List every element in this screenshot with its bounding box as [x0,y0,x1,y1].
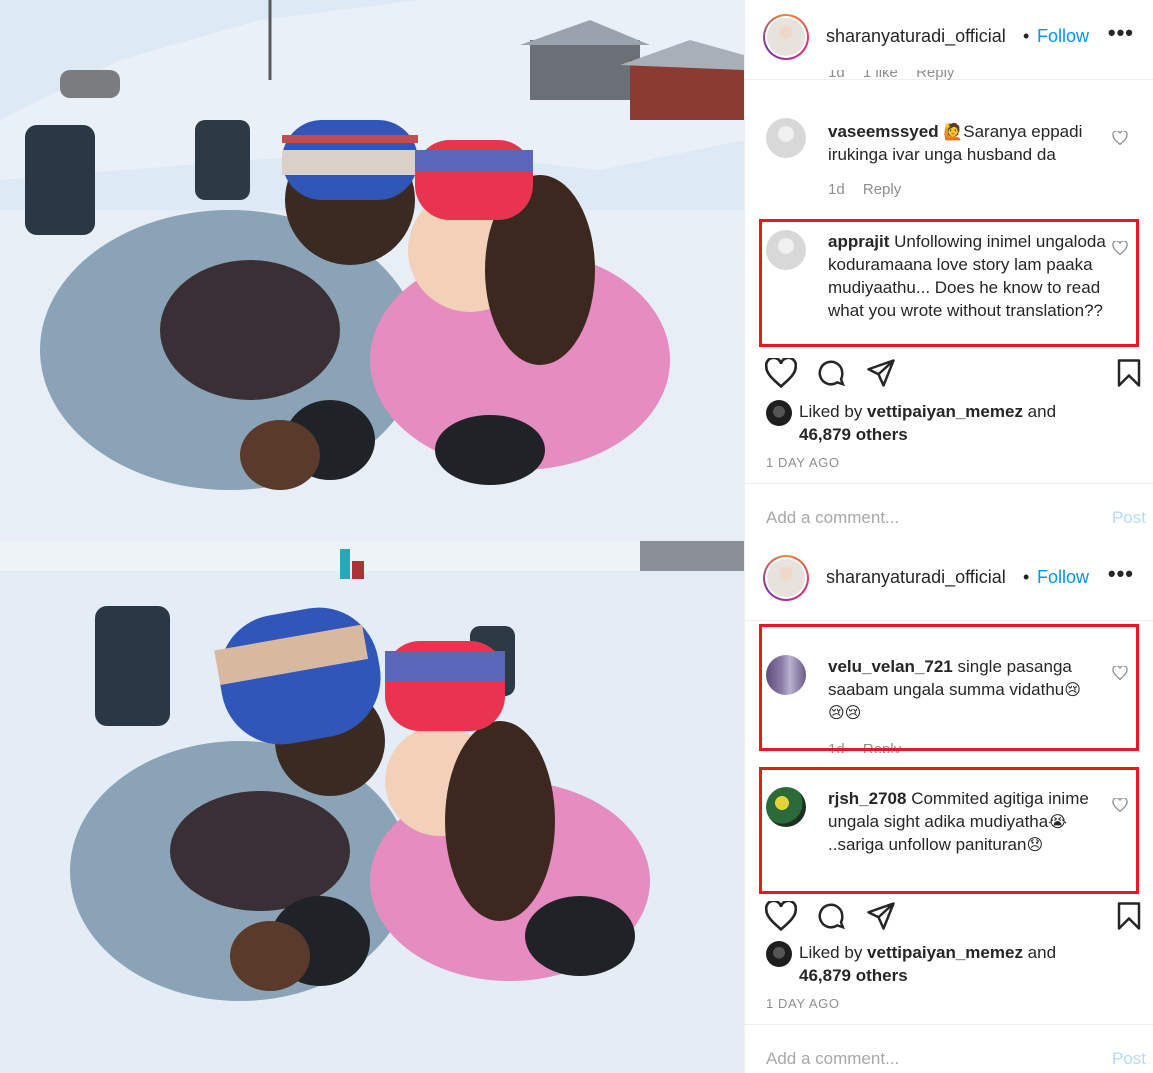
liker-username[interactable]: vettipaiyan_memez [867,402,1023,421]
post-header: sharanyaturadi_official • Follow ••• [745,541,1153,621]
post-panel-1: sharanyaturadi_official • Follow ••• 1d … [0,0,1153,541]
heart-icon[interactable] [1112,131,1128,145]
commenter-username[interactable]: vaseemssyed [828,122,939,141]
comment-text: vaseemssyed 🙋Saranya eppadi irukinga iva… [828,120,1110,166]
post-button[interactable]: Post [1112,508,1146,528]
highlight-box [759,767,1139,894]
post-photo-1[interactable] [0,0,744,541]
more-options-icon[interactable]: ••• [1108,20,1134,46]
post-panel-2: sharanyaturadi_official • Follow ••• vel… [0,541,1153,1073]
separator-dot: • [1023,26,1030,46]
liked-by-text: Liked by vettipaiyan_memez and [799,400,1129,423]
highlight-box [759,624,1139,751]
comment-bubble-icon[interactable] [815,901,847,931]
liker-username[interactable]: vettipaiyan_memez [867,943,1023,962]
likes-count[interactable]: 46,879 others [799,964,908,987]
post-sidebar-1: sharanyaturadi_official • Follow ••• 1d … [744,0,1153,541]
post-actions-bar [745,896,1153,936]
comment-time: 1d [828,181,845,198]
profile-avatar[interactable] [763,14,809,60]
commenter-avatar[interactable] [766,118,806,158]
likes-count[interactable]: 46,879 others [799,423,908,446]
follow-button[interactable]: Follow [1037,26,1089,47]
profile-avatar[interactable] [763,555,809,601]
snow-scene-illustration [0,0,744,541]
comment-time: 1d [828,70,845,81]
like-heart-icon[interactable] [765,901,797,931]
comment-likes[interactable]: 1 like [863,70,898,81]
bookmark-icon[interactable] [1115,901,1143,931]
liked-by-prefix: Liked by [799,402,868,421]
comment-item: vaseemssyed 🙋Saranya eppadi irukinga iva… [745,118,1153,208]
share-paper-plane-icon[interactable] [865,901,897,931]
reply-button[interactable]: Reply [916,70,954,81]
username-link[interactable]: sharanyaturadi_official [826,567,1006,588]
post-timestamp[interactable]: 1 DAY AGO [766,996,840,1011]
follow-button[interactable]: Follow [1037,567,1089,588]
highlight-box [759,219,1139,347]
post-timestamp[interactable]: 1 DAY AGO [766,455,840,470]
liked-by-prefix: Liked by [799,943,868,962]
liked-by-text: Liked by vettipaiyan_memez and [799,941,1129,964]
bookmark-icon[interactable] [1115,358,1143,388]
separator-dot: • [1023,567,1030,587]
share-paper-plane-icon[interactable] [865,358,897,388]
username-link[interactable]: sharanyaturadi_official [826,26,1006,47]
person-raising-hand-emoji: 🙋 [943,124,964,141]
liker-avatar[interactable] [766,400,792,426]
snow-scene-illustration [0,541,744,1073]
clipped-comment-meta: 1d 1 like Reply [745,70,1153,88]
likes-summary: Liked by vettipaiyan_memez and 46,879 ot… [766,400,1126,446]
liked-by-suffix: and [1022,402,1057,421]
post-button[interactable]: Post [1112,1049,1146,1069]
liker-avatar[interactable] [766,941,792,967]
likes-summary: Liked by vettipaiyan_memez and 46,879 ot… [766,941,1126,987]
post-sidebar-2: sharanyaturadi_official • Follow ••• vel… [744,541,1153,1073]
like-heart-icon[interactable] [765,358,797,388]
add-comment-input[interactable]: Add a comment... [766,1049,899,1069]
reply-button[interactable]: Reply [863,181,901,198]
more-options-icon[interactable]: ••• [1108,561,1134,587]
post-header: sharanyaturadi_official • Follow ••• [745,0,1153,80]
comment-bubble-icon[interactable] [815,358,847,388]
add-comment-bar: Add a comment... Post [745,1024,1153,1073]
post-photo-2[interactable] [0,541,744,1073]
add-comment-bar: Add a comment... Post [745,483,1153,541]
liked-by-suffix: and [1022,943,1057,962]
add-comment-input[interactable]: Add a comment... [766,508,899,528]
post-actions-bar [745,350,1153,390]
